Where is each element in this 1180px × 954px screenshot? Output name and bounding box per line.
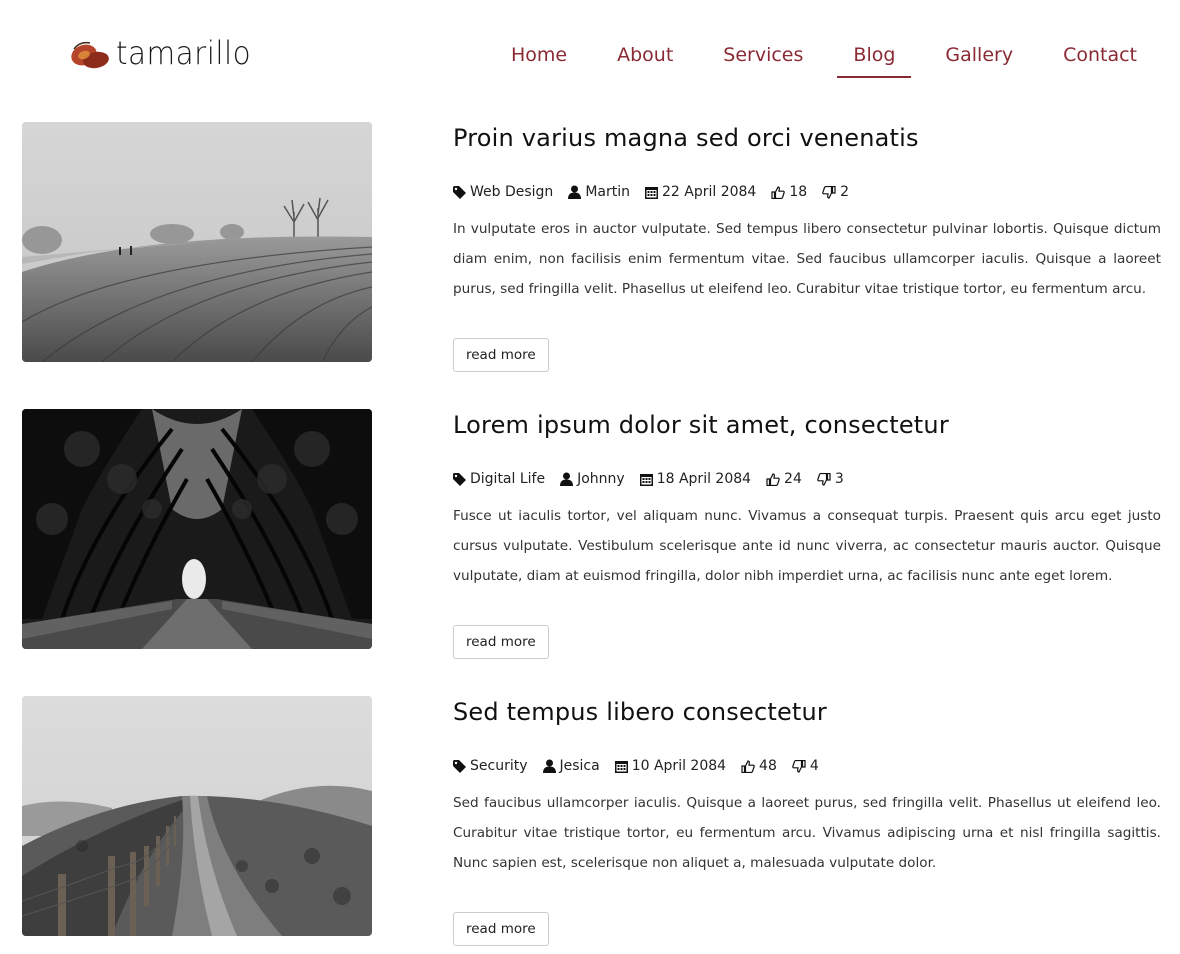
post-thumbnail[interactable] — [22, 122, 372, 362]
post-author-name: Johnny — [577, 471, 625, 487]
calendar-icon — [639, 473, 653, 486]
post-dislikes-count: 2 — [840, 184, 850, 200]
post-date: 18 April 2084 — [639, 471, 752, 487]
tamarillo-logo-icon — [71, 41, 109, 69]
tag-icon — [453, 185, 466, 199]
tag-icon — [453, 472, 466, 486]
post-excerpt: Sed faucibus ullamcorper iaculis. Quisqu… — [453, 795, 1161, 871]
brand-name: tamarillo — [116, 34, 252, 72]
post-date-text: 10 April 2084 — [631, 758, 727, 774]
nav-services[interactable]: Services — [723, 40, 803, 78]
post-author[interactable]: Martin — [568, 184, 630, 200]
tag-icon — [453, 759, 466, 773]
post-meta: Security Jesica 10 April 2084 48 4 — [453, 758, 1161, 774]
post-category[interactable]: Web Design — [453, 184, 553, 200]
post-date-text: 18 April 2084 — [656, 471, 752, 487]
nav-about[interactable]: About — [617, 40, 673, 78]
post-dislikes[interactable]: 4 — [792, 758, 819, 774]
post-dislikes-count: 3 — [834, 471, 844, 487]
post-category-label: Web Design — [470, 184, 554, 200]
post-category-label: Security — [470, 758, 528, 774]
post-date: 22 April 2084 — [644, 184, 757, 200]
tree-tunnel-image — [22, 409, 372, 649]
post-excerpt: In vulputate eros in auctor vulputate. S… — [453, 221, 1161, 297]
hill-path-image — [22, 696, 372, 936]
nav-contact[interactable]: Contact — [1063, 40, 1137, 78]
thumbs-down-icon — [817, 472, 831, 486]
post-category[interactable]: Digital Life — [453, 471, 545, 487]
blog-post: Sed tempus libero consectetur Security J… — [22, 696, 1162, 946]
post-likes[interactable]: 18 — [771, 184, 807, 200]
logo[interactable]: tamarillo — [66, 28, 263, 78]
main-nav: Home About Services Blog Gallery Contact — [461, 40, 1137, 78]
nav-gallery[interactable]: Gallery — [945, 40, 1013, 78]
post-author[interactable]: Johnny — [560, 471, 625, 487]
read-more-button[interactable]: read more — [453, 337, 549, 372]
read-more-button[interactable]: read more — [453, 624, 549, 659]
post-meta: Web Design Martin 22 April 2084 18 2 — [453, 184, 1161, 200]
thumbs-up-icon — [771, 185, 786, 199]
post-title[interactable]: Lorem ipsum dolor sit amet, consectetur — [453, 411, 1161, 439]
site-header: tamarillo Home About Services Blog Galle… — [0, 0, 1180, 100]
read-more-button[interactable]: read more — [453, 911, 549, 946]
post-likes[interactable]: 24 — [766, 471, 802, 487]
post-dislikes-count: 4 — [809, 758, 819, 774]
post-author[interactable]: Jesica — [542, 758, 600, 774]
user-icon — [568, 185, 582, 199]
thumbs-down-icon — [822, 185, 836, 199]
post-excerpt: Fusce ut iaculis tortor, vel aliquam nun… — [453, 508, 1161, 584]
misty-field-image — [22, 122, 372, 362]
post-category-label: Digital Life — [470, 471, 546, 487]
calendar-icon — [614, 760, 628, 773]
post-thumbnail[interactable] — [22, 409, 372, 649]
calendar-icon — [644, 186, 658, 199]
post-dislikes[interactable]: 2 — [822, 184, 849, 200]
thumbs-up-icon — [741, 759, 755, 773]
nav-home[interactable]: Home — [511, 40, 567, 78]
nav-blog[interactable]: Blog — [837, 40, 912, 78]
thumbs-up-icon — [766, 472, 780, 486]
thumbs-down-icon — [792, 759, 806, 773]
post-content: Sed tempus libero consectetur Security J… — [453, 696, 1161, 946]
post-content: Lorem ipsum dolor sit amet, consectetur … — [453, 409, 1161, 659]
user-icon — [560, 472, 574, 486]
blog-post: Proin varius magna sed orci venenatis We… — [22, 122, 1162, 372]
post-date-text: 22 April 2084 — [661, 184, 757, 200]
post-author-name: Martin — [585, 184, 630, 200]
post-likes[interactable]: 48 — [741, 758, 777, 774]
post-title[interactable]: Proin varius magna sed orci venenatis — [453, 124, 1161, 152]
post-category[interactable]: Security — [453, 758, 528, 774]
post-title[interactable]: Sed tempus libero consectetur — [453, 698, 1161, 726]
post-meta: Digital Life Johnny 18 April 2084 24 3 — [453, 471, 1161, 487]
post-likes-count: 18 — [789, 184, 808, 200]
blog-post: Lorem ipsum dolor sit amet, consectetur … — [22, 409, 1162, 659]
post-dislikes[interactable]: 3 — [817, 471, 844, 487]
post-date: 10 April 2084 — [614, 758, 727, 774]
post-thumbnail[interactable] — [22, 696, 372, 936]
post-likes-count: 24 — [784, 471, 802, 487]
post-author-name: Jesica — [559, 758, 600, 774]
user-icon — [542, 759, 556, 773]
post-likes-count: 48 — [759, 758, 777, 774]
post-content: Proin varius magna sed orci venenatis We… — [453, 122, 1161, 372]
